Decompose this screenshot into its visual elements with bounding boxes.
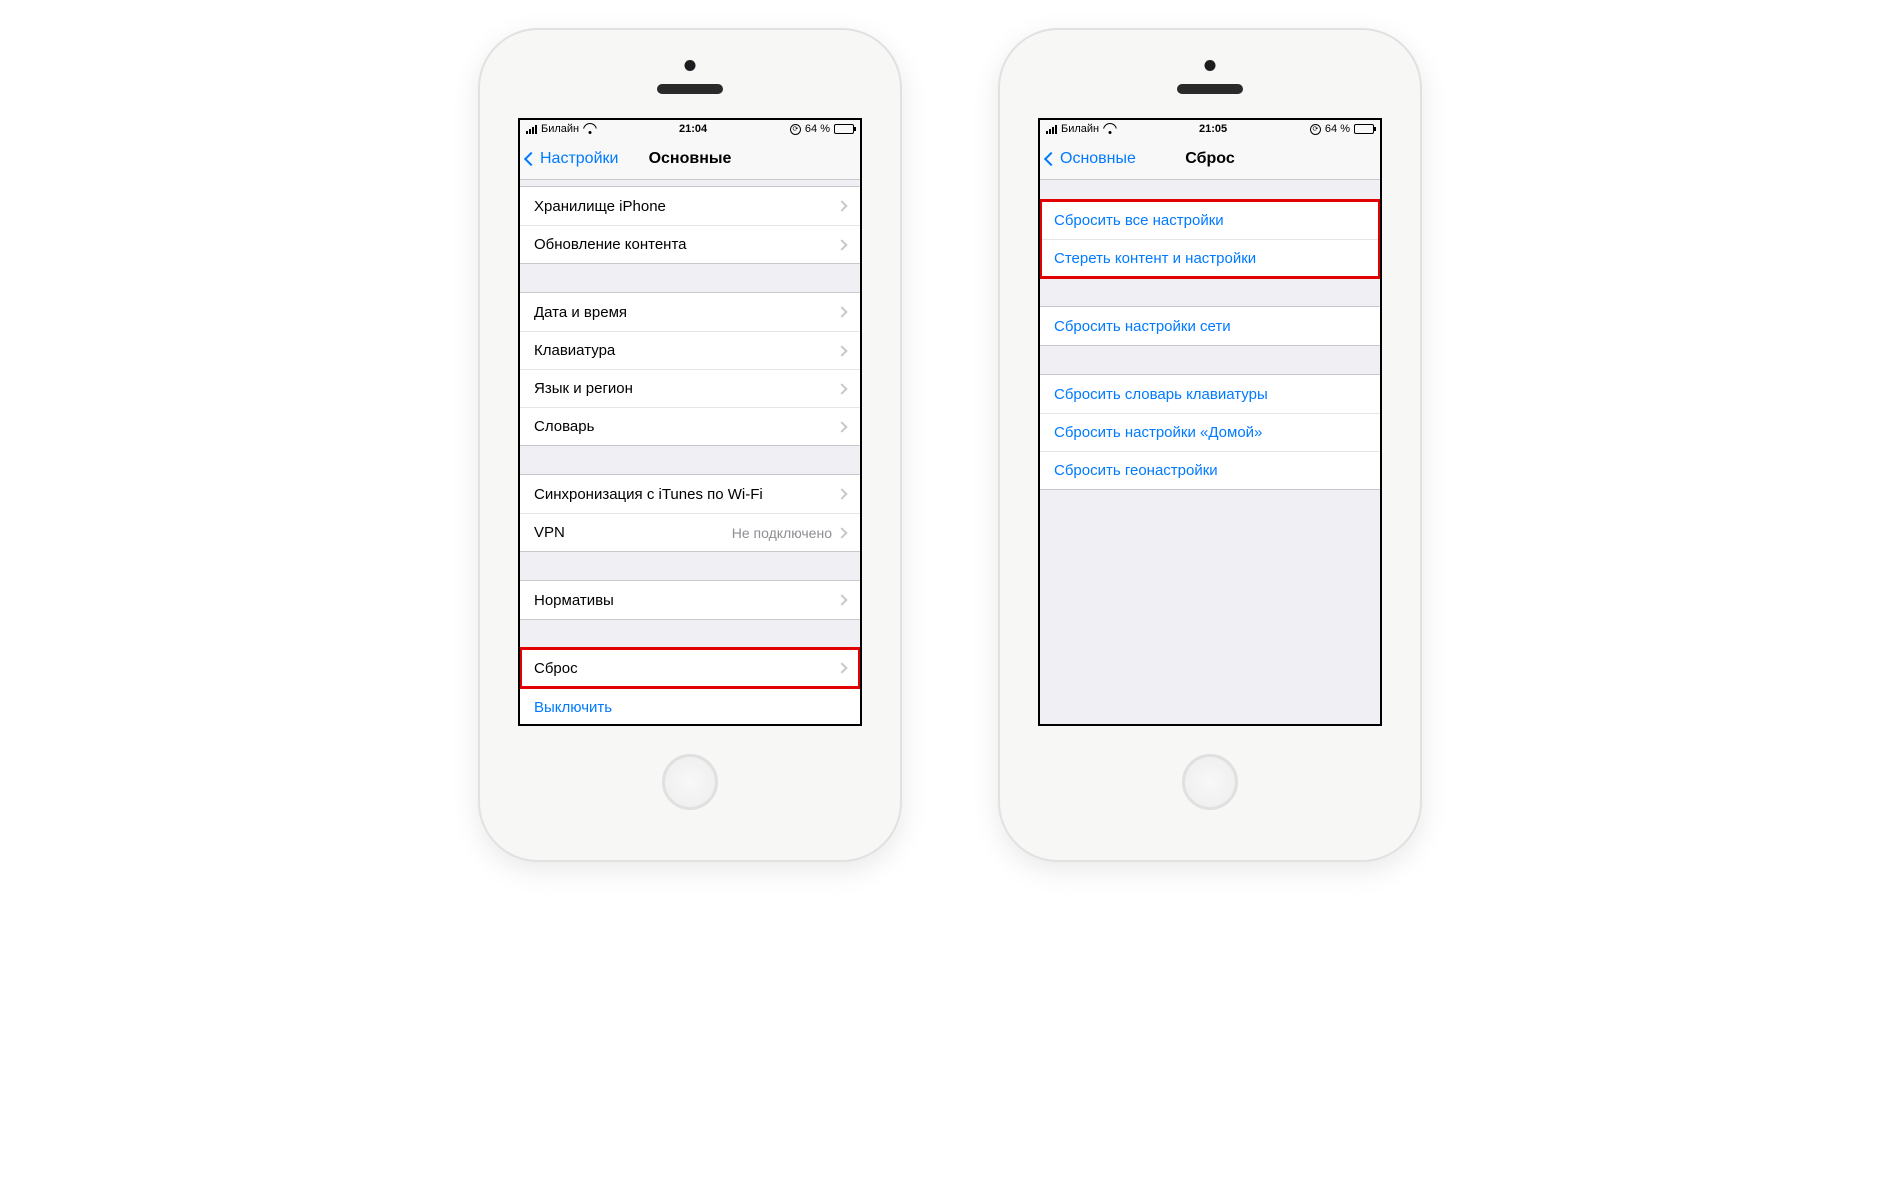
battery-icon — [834, 124, 854, 134]
row-vpn[interactable]: VPN Не подключено — [520, 513, 860, 551]
back-button[interactable]: Настройки — [520, 150, 618, 168]
row-label: Сбросить настройки сети — [1054, 318, 1366, 335]
speaker-icon — [657, 84, 723, 94]
row-background-refresh[interactable]: Обновление контента — [520, 225, 860, 263]
phone-left: Билайн 21:04 ⟳ 64 % Настройки Основные — [480, 30, 900, 860]
rotation-lock-icon: ⟳ — [790, 124, 801, 135]
row-erase-content-settings[interactable]: Стереть контент и настройки — [1040, 239, 1380, 277]
chevron-right-icon — [836, 200, 847, 211]
chevron-left-icon — [524, 151, 538, 165]
signal-icon — [526, 125, 537, 134]
row-reset-location[interactable]: Сбросить геонастройки — [1040, 451, 1380, 489]
home-button[interactable] — [662, 754, 718, 810]
settings-group-reset: Сброс — [520, 648, 860, 688]
settings-group-storage: Хранилище iPhone Обновление контента — [520, 186, 860, 264]
status-bar: Билайн 21:05 ⟳ 64 % — [1040, 120, 1380, 138]
content-general: Хранилище iPhone Обновление контента Дат… — [520, 180, 860, 724]
status-bar: Билайн 21:04 ⟳ 64 % — [520, 120, 860, 138]
nav-bar: Настройки Основные — [520, 138, 860, 180]
chevron-right-icon — [836, 345, 847, 356]
row-label: VPN — [534, 524, 732, 541]
status-time: 21:04 — [679, 123, 707, 135]
row-date-time[interactable]: Дата и время — [520, 293, 860, 331]
speaker-icon — [1177, 84, 1243, 94]
row-storage[interactable]: Хранилище iPhone — [520, 187, 860, 225]
row-keyboard[interactable]: Клавиатура — [520, 331, 860, 369]
row-shutdown[interactable]: Выключить — [520, 688, 860, 724]
row-label: Словарь — [534, 418, 838, 435]
battery-percent: 64 % — [1325, 123, 1350, 135]
nav-bar: Основные Сброс — [1040, 138, 1380, 180]
row-label: Синхронизация с iTunes по Wi-Fi — [534, 486, 838, 503]
phone-right: Билайн 21:05 ⟳ 64 % Основные Сброс — [1000, 30, 1420, 860]
row-reset-network[interactable]: Сбросить настройки сети — [1040, 307, 1380, 345]
row-dictionary[interactable]: Словарь — [520, 407, 860, 445]
chevron-right-icon — [836, 527, 847, 538]
row-detail: Не подключено — [732, 525, 832, 541]
row-label: Сброс — [534, 660, 838, 677]
row-reset-all-settings[interactable]: Сбросить все настройки — [1040, 201, 1380, 239]
row-label: Стереть контент и настройки — [1054, 250, 1366, 267]
row-label: Выключить — [534, 699, 846, 716]
row-label: Клавиатура — [534, 342, 838, 359]
row-language-region[interactable]: Язык и регион — [520, 369, 860, 407]
back-button[interactable]: Основные — [1040, 150, 1136, 168]
row-label: Сбросить геонастройки — [1054, 462, 1366, 479]
row-label: Сбросить словарь клавиатуры — [1054, 386, 1366, 403]
home-button[interactable] — [1182, 754, 1238, 810]
chevron-right-icon — [836, 594, 847, 605]
back-label: Настройки — [540, 150, 618, 168]
chevron-right-icon — [836, 662, 847, 673]
settings-group-shutdown: Выключить — [520, 688, 860, 724]
row-reset-home[interactable]: Сбросить настройки «Домой» — [1040, 413, 1380, 451]
row-itunes-wifi[interactable]: Синхронизация с iTunes по Wi-Fi — [520, 475, 860, 513]
phone-top — [480, 30, 900, 118]
chevron-right-icon — [836, 488, 847, 499]
row-label: Дата и время — [534, 304, 838, 321]
row-label: Нормативы — [534, 592, 838, 609]
row-reset[interactable]: Сброс — [520, 649, 860, 687]
rotation-lock-icon: ⟳ — [1310, 124, 1321, 135]
camera-icon — [685, 60, 696, 71]
row-label: Сбросить настройки «Домой» — [1054, 424, 1366, 441]
row-reset-keyboard-dict[interactable]: Сбросить словарь клавиатуры — [1040, 375, 1380, 413]
status-left: Билайн — [1046, 123, 1116, 135]
settings-group-sync: Синхронизация с iTunes по Wi-Fi VPN Не п… — [520, 474, 860, 552]
reset-group-other: Сбросить словарь клавиатуры Сбросить нас… — [1040, 374, 1380, 490]
wifi-icon — [583, 124, 596, 134]
settings-group-locale: Дата и время Клавиатура Язык и регион Сл… — [520, 292, 860, 446]
chevron-left-icon — [1044, 151, 1058, 165]
row-regulatory[interactable]: Нормативы — [520, 581, 860, 619]
reset-group-network: Сбросить настройки сети — [1040, 306, 1380, 346]
back-label: Основные — [1060, 150, 1136, 168]
row-label: Язык и регион — [534, 380, 838, 397]
carrier-label: Билайн — [541, 123, 579, 135]
phone-top — [1000, 30, 1420, 118]
chevron-right-icon — [836, 306, 847, 317]
chevron-right-icon — [836, 383, 847, 394]
carrier-label: Билайн — [1061, 123, 1099, 135]
battery-icon — [1354, 124, 1374, 134]
chevron-right-icon — [836, 421, 847, 432]
status-left: Билайн — [526, 123, 596, 135]
camera-icon — [1205, 60, 1216, 71]
status-right: ⟳ 64 % — [790, 123, 854, 135]
chevron-right-icon — [836, 239, 847, 250]
signal-icon — [1046, 125, 1057, 134]
screen-reset: Билайн 21:05 ⟳ 64 % Основные Сброс — [1038, 118, 1382, 726]
wifi-icon — [1103, 124, 1116, 134]
row-label: Сбросить все настройки — [1054, 212, 1366, 229]
content-reset: Сбросить все настройки Стереть контент и… — [1040, 180, 1380, 724]
status-right: ⟳ 64 % — [1310, 123, 1374, 135]
row-label: Хранилище iPhone — [534, 198, 838, 215]
screen-general: Билайн 21:04 ⟳ 64 % Настройки Основные — [518, 118, 862, 726]
status-time: 21:05 — [1199, 123, 1227, 135]
battery-percent: 64 % — [805, 123, 830, 135]
row-label: Обновление контента — [534, 236, 838, 253]
settings-group-regulatory: Нормативы — [520, 580, 860, 620]
reset-group-main: Сбросить все настройки Стереть контент и… — [1040, 200, 1380, 278]
